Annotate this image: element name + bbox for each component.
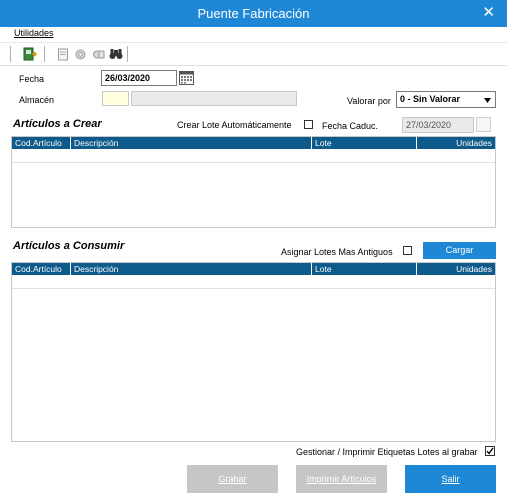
- valorar-select[interactable]: 0 - Sin Valorar: [396, 91, 496, 108]
- consumir-section-title: Artículos a Consumir: [13, 240, 125, 252]
- exit-icon[interactable]: [22, 46, 38, 62]
- col-lote[interactable]: Lote: [315, 264, 332, 274]
- crear-section-title: Artículos a Crear: [13, 118, 102, 130]
- grabar-label: Grabar: [218, 474, 247, 484]
- col-cod-articulo[interactable]: Cod.Artículo: [15, 138, 62, 148]
- consumir-grid[interactable]: Cod.Artículo Descripción Lote Unidades: [11, 262, 496, 442]
- gear-icon[interactable]: [72, 46, 88, 62]
- chevron-down-icon: [484, 95, 491, 105]
- etiquetas-checkbox[interactable]: [485, 446, 495, 456]
- fecha-caduc-label: Fecha Caduc.: [322, 121, 379, 131]
- almacen-label: Almacén: [19, 95, 55, 105]
- col-descripcion[interactable]: Descripción: [74, 138, 118, 148]
- close-icon[interactable]: ✕: [482, 3, 495, 21]
- lote-auto-checkbox[interactable]: [304, 120, 313, 129]
- toolbar-separator: [10, 46, 11, 62]
- valorar-select-value: 0 - Sin Valorar: [400, 94, 461, 104]
- menu-bar: Utilidades: [0, 27, 507, 42]
- fecha-caduc-input: 27/03/2020: [402, 117, 474, 133]
- toolbar-separator: [127, 46, 128, 62]
- imprimir-articulos-button[interactable]: Imprimir Artículos: [296, 465, 387, 493]
- etiquetas-label: Gestionar / Imprimir Etiquetas Lotes al …: [296, 447, 478, 457]
- settings-icon[interactable]: [90, 46, 106, 62]
- fecha-label: Fecha: [19, 74, 45, 84]
- crear-grid[interactable]: Cod.Artículo Descripción Lote Unidades: [11, 136, 496, 228]
- col-lote[interactable]: Lote: [315, 138, 332, 148]
- col-descripcion[interactable]: Descripción: [74, 264, 118, 274]
- toolbar-separator: [44, 46, 45, 62]
- col-unidades[interactable]: Unidades: [456, 138, 492, 148]
- toolbar: [0, 42, 507, 66]
- col-unidades[interactable]: Unidades: [456, 264, 492, 274]
- salir-button[interactable]: Salir: [405, 465, 496, 493]
- calendar-icon[interactable]: [179, 70, 195, 85]
- almacen-code-input[interactable]: [102, 91, 129, 106]
- imprimir-label: Imprimir Artículos: [306, 474, 377, 484]
- grabar-button[interactable]: Grabar: [187, 465, 278, 493]
- valorar-label: Valorar por: [347, 96, 391, 106]
- consumir-grid-header: Cod.Artículo Descripción Lote Unidades: [12, 263, 495, 275]
- salir-label: Salir: [441, 474, 460, 484]
- binoculars-icon[interactable]: [108, 46, 124, 62]
- asignar-lotes-checkbox[interactable]: [403, 246, 412, 255]
- window-title: Puente Fabricación: [197, 6, 310, 21]
- title-bar: Puente Fabricación ✕: [0, 0, 507, 27]
- check-icon: [486, 447, 494, 455]
- table-row[interactable]: [12, 150, 495, 163]
- col-cod-articulo[interactable]: Cod.Artículo: [15, 264, 62, 274]
- document-icon[interactable]: [55, 46, 71, 62]
- table-row[interactable]: [12, 276, 495, 289]
- asignar-lotes-label: Asignar Lotes Mas Antiguos: [281, 247, 393, 257]
- calendar-icon: [476, 117, 491, 132]
- cargar-button[interactable]: Cargar: [423, 242, 496, 259]
- fecha-input[interactable]: 26/03/2020: [101, 70, 177, 86]
- almacen-name-field: [131, 91, 297, 106]
- lote-auto-label: Crear Lote Automáticamente: [177, 120, 292, 130]
- crear-grid-header: Cod.Artículo Descripción Lote Unidades: [12, 137, 495, 149]
- menu-utilidades[interactable]: Utilidades: [14, 28, 54, 38]
